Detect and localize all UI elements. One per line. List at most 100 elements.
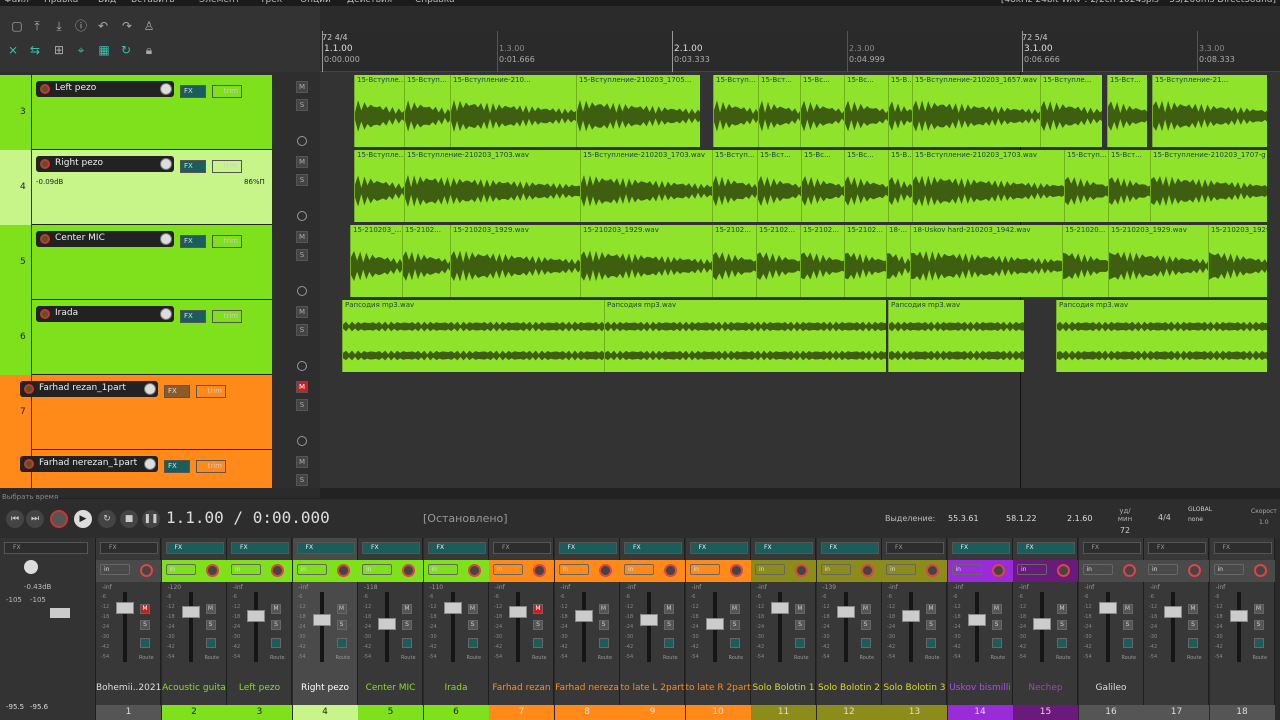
track-number-column[interactable]: 5 <box>0 225 32 300</box>
strip-fx-button[interactable]: FX <box>165 542 224 554</box>
menu-item[interactable]: Опции <box>300 0 331 5</box>
mixer-strip[interactable]: FX in -inf -6 -12 -18 -24 -30 -42 -54 M S Route Solo … <box>751 538 816 720</box>
trim-button[interactable]: trim <box>212 310 242 323</box>
input-select-button[interactable]: in <box>493 564 523 575</box>
media-item[interactable]: 15-Вс... <box>800 75 844 147</box>
media-item[interactable]: 15-Вступ... <box>404 75 450 147</box>
fader-cap[interactable] <box>443 602 462 614</box>
track-mute-button[interactable]: M <box>296 81 308 93</box>
track-number-column[interactable]: 4 <box>0 150 32 225</box>
lock-icon[interactable]: 🔒︎ <box>140 42 158 58</box>
media-item[interactable]: 15-Вст... <box>757 150 801 222</box>
fader-cap[interactable] <box>116 602 134 614</box>
volume-knob[interactable] <box>160 158 172 170</box>
route-button[interactable]: Route <box>270 655 285 661</box>
media-item[interactable]: 15-Вступление-210203_1703.wav <box>912 150 1064 222</box>
mixer-strip[interactable]: FX in -139 -6 -12 -18 -24 -30 -42 -54 M S Route Solo … <box>816 538 882 720</box>
media-item[interactable]: 15-21020... <box>1062 225 1108 297</box>
strip-pan-knob[interactable] <box>533 564 546 577</box>
strip-solo-button[interactable]: S <box>533 620 543 630</box>
strip-mute-button[interactable]: M <box>140 604 150 614</box>
track-name-box[interactable]: Farhad nerezan_1part <box>20 456 158 472</box>
media-item[interactable]: 15-2102... <box>844 225 886 297</box>
media-item[interactable]: Рапсодия mp3.wav <box>1056 300 1267 372</box>
trim-button[interactable]: trim <box>212 235 242 248</box>
strip-pan-knob[interactable] <box>860 564 874 577</box>
strip-pan-knob[interactable] <box>1057 564 1070 577</box>
track-mute-button[interactable]: M <box>296 231 308 243</box>
trim-button[interactable]: trim <box>212 160 242 173</box>
input-select-button[interactable]: in <box>820 564 851 575</box>
record-arm-icon[interactable] <box>40 309 50 319</box>
phase-icon[interactable] <box>729 638 740 648</box>
media-item[interactable]: Рапсодия mp3.wav <box>604 300 886 372</box>
strip-mute-button[interactable]: M <box>1122 604 1133 614</box>
fx-button[interactable]: FX <box>180 160 206 173</box>
strip-solo-button[interactable]: S <box>860 620 871 630</box>
strip-solo-button[interactable]: S <box>271 620 281 630</box>
strip-solo-button[interactable]: S <box>336 620 347 630</box>
volume-knob[interactable] <box>160 308 172 320</box>
strip-solo-button[interactable]: S <box>1253 620 1264 630</box>
fader-cap[interactable] <box>509 606 527 618</box>
media-item[interactable]: 15-2102... <box>402 225 450 297</box>
project-settings-icon[interactable]: ⓘ <box>72 18 90 34</box>
pause-button[interactable]: ❚❚ <box>142 510 160 528</box>
playrate-display[interactable]: Скорост 1.0 <box>1251 508 1277 526</box>
fader-cap[interactable] <box>378 618 396 630</box>
phase-icon[interactable] <box>205 638 216 648</box>
fader-cap[interactable] <box>902 610 920 622</box>
strip-mute-button[interactable]: M <box>205 604 216 614</box>
phase-icon[interactable] <box>336 638 347 648</box>
fx-button[interactable]: FX <box>164 460 190 473</box>
track-panel[interactable]: Right pezo FX trim -0.09dB 86%П <box>32 150 272 225</box>
volume-knob[interactable] <box>160 233 172 245</box>
input-select-button[interactable]: in <box>296 564 327 575</box>
menu-item[interactable]: Справка <box>415 0 455 5</box>
menu-item[interactable]: Вставить <box>131 0 175 5</box>
menu-item[interactable]: Трек <box>260 0 282 5</box>
track-number-column[interactable]: 3 <box>0 75 32 150</box>
track-solo-button[interactable]: S <box>296 249 308 261</box>
master-pan-knob[interactable] <box>24 560 38 574</box>
media-item[interactable]: 15-Вст... <box>758 75 800 147</box>
strip-fx-button[interactable]: FX <box>1213 542 1272 554</box>
track-header[interactable]: 7 Farhad rezan_1part FX trim M S <box>0 375 320 450</box>
record-button[interactable] <box>50 510 68 528</box>
strip-fx-button[interactable]: FX <box>624 542 682 554</box>
menu-item[interactable]: Файл <box>4 0 29 5</box>
input-select-button[interactable]: in <box>100 564 130 575</box>
selection-end[interactable]: 58.1.22 <box>1006 514 1037 523</box>
record-arm-icon[interactable] <box>40 234 50 244</box>
route-button[interactable]: Route <box>794 655 809 661</box>
media-item[interactable]: 15-2102... <box>756 225 800 297</box>
track-solo-button[interactable]: S <box>296 99 308 111</box>
strip-fx-button[interactable]: FX <box>951 542 1010 554</box>
record-arm-icon[interactable] <box>40 84 50 94</box>
route-button[interactable]: Route <box>467 655 482 661</box>
track-header[interactable]: 4 Right pezo FX trim -0.09dB 86%П M S <box>0 150 320 225</box>
strip-fx-button[interactable]: FX <box>1017 542 1075 554</box>
fader-cap[interactable] <box>1098 602 1117 614</box>
strip-mute-button[interactable]: M <box>664 604 674 614</box>
strip-pan-knob[interactable] <box>991 564 1005 577</box>
strip-pan-knob[interactable] <box>271 564 284 577</box>
mixer-strip[interactable]: FX in -inf -6 -12 -18 -24 -30 -42 -54 M S Route to la… <box>620 538 685 720</box>
mixer-strip[interactable]: FX in -inf -6 -12 -18 -24 -30 -42 -54 M S Route Neche… <box>1013 538 1078 720</box>
time-signature[interactable]: 4/4 <box>1158 513 1171 522</box>
fader-track[interactable] <box>254 592 258 662</box>
strip-solo-button[interactable]: S <box>926 620 936 630</box>
track-lane[interactable]: 15-Вступле... 15-Вступление-210203_1703.w… <box>320 150 1280 222</box>
strip-solo-button[interactable]: S <box>140 620 150 630</box>
fader-cap[interactable] <box>967 614 986 626</box>
route-button[interactable]: Route <box>1187 655 1202 661</box>
strip-mute-button[interactable]: M <box>336 604 347 614</box>
track-header[interactable]: 6 Irada FX trim M S <box>0 300 320 375</box>
record-arm-icon[interactable] <box>40 159 50 169</box>
media-item[interactable]: 18-... <box>886 225 910 297</box>
route-button[interactable]: Route <box>336 655 351 661</box>
strip-mute-button[interactable]: M <box>729 604 740 614</box>
mixer-strip[interactable]: FX in -inf -6 -12 -18 -24 -30 -42 -54 M S Route Solo … <box>882 538 947 720</box>
route-button[interactable]: Route <box>532 655 547 661</box>
track-panel[interactable]: Center MIC FX trim <box>32 225 272 300</box>
